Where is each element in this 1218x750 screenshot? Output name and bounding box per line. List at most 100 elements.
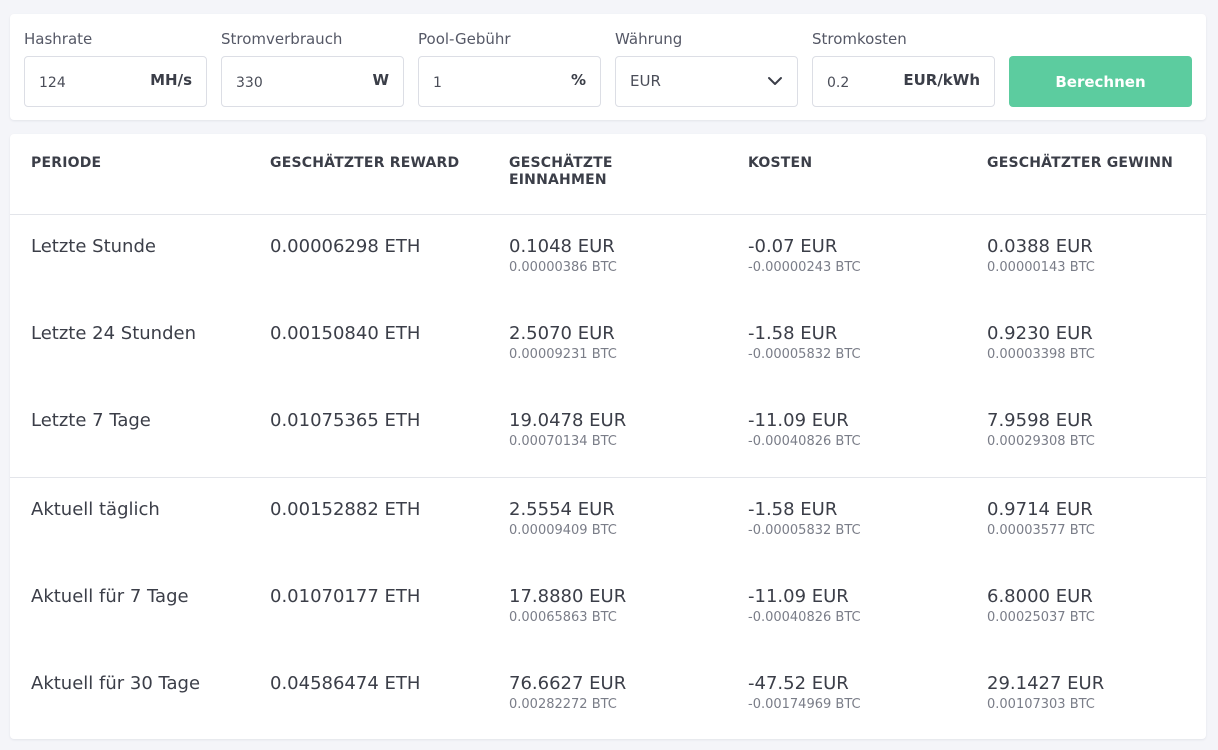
reward-cell: 0.00150840 ETH xyxy=(270,323,421,344)
revenue-cell: 17.8880 EUR 0.00065863 BTC xyxy=(509,585,626,626)
period-cell: Letzte Stunde xyxy=(31,236,156,257)
cost-btc: -0.00174969 BTC xyxy=(748,697,861,712)
cost-btc: -0.00005832 BTC xyxy=(748,347,861,362)
currency-label: Währung xyxy=(615,30,683,48)
cost-cell: -11.09 EUR -0.00040826 BTC xyxy=(748,585,861,626)
profit-cell: 0.0388 EUR 0.00000143 BTC xyxy=(987,235,1095,276)
reward-cell: 0.04586474 ETH xyxy=(270,673,421,694)
profit-fiat: 29.1427 EUR xyxy=(987,673,1105,694)
electricity-cost-unit: EUR/kWh xyxy=(903,71,980,89)
profit-btc: 0.00107303 BTC xyxy=(987,697,1095,712)
profit-btc: 0.00003577 BTC xyxy=(987,523,1095,538)
revenue-cell: 19.0478 EUR 0.00070134 BTC xyxy=(509,409,626,450)
results-table: PERIODE GESCHÄTZTER REWARD GESCHÄTZTE EI… xyxy=(10,134,1206,739)
header-costs: KOSTEN xyxy=(748,155,813,171)
cost-btc: -0.00040826 BTC xyxy=(748,434,861,449)
table-row: Aktuell für 7 Tage 0.01070177 ETH 17.888… xyxy=(10,585,1206,672)
calculator-form: Hashrate MH/s Stromverbrauch W Pool-Gebü… xyxy=(10,14,1206,120)
profit-cell: 6.8000 EUR 0.00025037 BTC xyxy=(987,585,1095,626)
profit-fiat: 0.9230 EUR xyxy=(987,323,1093,344)
profit-cell: 0.9714 EUR 0.00003577 BTC xyxy=(987,498,1095,539)
header-estimated-revenue: GESCHÄTZTE EINNAHMEN xyxy=(509,155,613,188)
electricity-cost-input-box[interactable]: EUR/kWh xyxy=(812,56,995,107)
revenue-fiat: 76.6627 EUR xyxy=(509,673,627,694)
power-label: Stromverbrauch xyxy=(221,30,343,48)
hashrate-label: Hashrate xyxy=(24,30,93,48)
reward-cell: 0.01075365 ETH xyxy=(270,410,421,431)
electricity-cost-input[interactable] xyxy=(827,57,897,106)
revenue-btc: 0.00282272 BTC xyxy=(509,697,617,712)
profit-btc: 0.00029308 BTC xyxy=(987,434,1095,449)
profit-btc: 0.00000143 BTC xyxy=(987,260,1095,275)
hashrate-input[interactable] xyxy=(39,57,129,106)
period-cell: Letzte 7 Tage xyxy=(31,410,151,431)
section-divider xyxy=(10,477,1206,478)
cost-cell: -1.58 EUR -0.00005832 BTC xyxy=(748,322,861,363)
revenue-cell: 0.1048 EUR 0.00000386 BTC xyxy=(509,235,617,276)
chevron-down-icon xyxy=(768,77,782,85)
revenue-btc: 0.00070134 BTC xyxy=(509,434,617,449)
reward-cell: 0.01070177 ETH xyxy=(270,586,421,607)
power-field: Stromverbrauch W xyxy=(221,29,404,107)
revenue-btc: 0.00000386 BTC xyxy=(509,260,617,275)
cost-fiat: -11.09 EUR xyxy=(748,410,849,431)
calculate-button[interactable]: Berechnen xyxy=(1009,56,1192,107)
revenue-fiat: 19.0478 EUR xyxy=(509,410,627,431)
header-period: PERIODE xyxy=(31,155,102,171)
revenue-btc: 0.00065863 BTC xyxy=(509,610,617,625)
cost-cell: -0.07 EUR -0.00000243 BTC xyxy=(748,235,861,276)
pool-fee-unit: % xyxy=(570,71,586,89)
cost-cell: -1.58 EUR -0.00005832 BTC xyxy=(748,498,861,539)
pool-fee-field: Pool-Gebühr % xyxy=(418,29,601,107)
table-row: Aktuell täglich 0.00152882 ETH 2.5554 EU… xyxy=(10,498,1206,585)
cost-fiat: -0.07 EUR xyxy=(748,236,838,257)
revenue-cell: 76.6627 EUR 0.00282272 BTC xyxy=(509,672,626,713)
currency-selected-value: EUR xyxy=(630,72,661,90)
profit-btc: 0.00025037 BTC xyxy=(987,610,1095,625)
profit-fiat: 0.0388 EUR xyxy=(987,236,1093,257)
cost-fiat: -1.58 EUR xyxy=(748,499,838,520)
revenue-btc: 0.00009409 BTC xyxy=(509,523,617,538)
header-estimated-profit: GESCHÄTZTER GEWINN xyxy=(987,155,1174,171)
revenue-fiat: 2.5554 EUR xyxy=(509,499,615,520)
period-cell: Aktuell für 7 Tage xyxy=(31,586,189,607)
profit-fiat: 0.9714 EUR xyxy=(987,499,1093,520)
header-divider xyxy=(10,214,1206,215)
table-row: Letzte Stunde 0.00006298 ETH 0.1048 EUR … xyxy=(10,235,1206,322)
profit-cell: 7.9598 EUR 0.00029308 BTC xyxy=(987,409,1095,450)
profit-cell: 29.1427 EUR 0.00107303 BTC xyxy=(987,672,1104,713)
pool-fee-input[interactable] xyxy=(433,57,523,106)
table-row: Aktuell für 30 Tage 0.04586474 ETH 76.66… xyxy=(10,672,1206,750)
hashrate-input-box[interactable]: MH/s xyxy=(24,56,207,107)
hashrate-field: Hashrate MH/s xyxy=(24,29,207,107)
table-row: Letzte 24 Stunden 0.00150840 ETH 2.5070 … xyxy=(10,322,1206,409)
revenue-cell: 2.5554 EUR 0.00009409 BTC xyxy=(509,498,617,539)
cost-cell: -47.52 EUR -0.00174969 BTC xyxy=(748,672,861,713)
power-input[interactable] xyxy=(236,57,326,106)
period-cell: Letzte 24 Stunden xyxy=(31,323,196,344)
power-input-box[interactable]: W xyxy=(221,56,404,107)
pool-fee-input-box[interactable]: % xyxy=(418,56,601,107)
period-cell: Aktuell täglich xyxy=(31,499,160,520)
cost-fiat: -11.09 EUR xyxy=(748,586,849,607)
cost-btc: -0.00005832 BTC xyxy=(748,523,861,538)
profit-cell: 0.9230 EUR 0.00003398 BTC xyxy=(987,322,1095,363)
reward-cell: 0.00006298 ETH xyxy=(270,236,421,257)
profit-btc: 0.00003398 BTC xyxy=(987,347,1095,362)
revenue-fiat: 0.1048 EUR xyxy=(509,236,615,257)
revenue-cell: 2.5070 EUR 0.00009231 BTC xyxy=(509,322,617,363)
cost-btc: -0.00000243 BTC xyxy=(748,260,861,275)
table-row: Letzte 7 Tage 0.01075365 ETH 19.0478 EUR… xyxy=(10,409,1206,496)
cost-btc: -0.00040826 BTC xyxy=(748,610,861,625)
cost-fiat: -1.58 EUR xyxy=(748,323,838,344)
revenue-fiat: 2.5070 EUR xyxy=(509,323,615,344)
electricity-cost-field: Stromkosten EUR/kWh xyxy=(812,29,995,107)
electricity-cost-label: Stromkosten xyxy=(812,30,907,48)
reward-cell: 0.00152882 ETH xyxy=(270,499,421,520)
currency-field: Währung EUR xyxy=(615,29,798,107)
currency-select[interactable]: EUR xyxy=(615,56,798,107)
cost-cell: -11.09 EUR -0.00040826 BTC xyxy=(748,409,861,450)
pool-fee-label: Pool-Gebühr xyxy=(418,30,511,48)
power-unit: W xyxy=(372,71,389,89)
period-cell: Aktuell für 30 Tage xyxy=(31,673,201,694)
